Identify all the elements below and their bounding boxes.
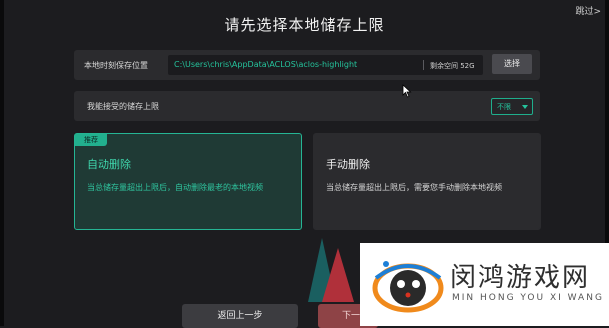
back-button[interactable]: 返回上一步 (182, 304, 298, 328)
storage-limit-value: 不限 (497, 103, 511, 111)
auto-delete-description: 当总储存量超出上限后，自动删除最老的本地视频 (87, 183, 263, 192)
mouse-cursor-icon (402, 84, 412, 98)
auto-delete-option[interactable]: 推荐 自动删除 当总储存量超出上限后，自动删除最老的本地视频 (74, 133, 302, 230)
background-decoration-red (322, 248, 354, 302)
watermark-logo-icon (372, 261, 444, 313)
manual-delete-option[interactable]: 手动删除 当总储存量超出上限后，需要您手动删除本地视频 (313, 133, 541, 230)
storage-path-field[interactable]: C:\Users\chris\AppData\ACLOS\aclos-highl… (168, 55, 483, 75)
watermark-cn-text: 闵鸿游戏网 (450, 263, 591, 293)
storage-path-value: C:\Users\chris\AppData\ACLOS\aclos-highl… (174, 60, 358, 69)
auto-delete-title: 自动删除 (87, 158, 131, 171)
manual-delete-description: 当总储存量超出上限后，需要您手动删除本地视频 (326, 183, 502, 192)
storage-limit-row: 我能接受的储存上限 不限 (74, 91, 540, 121)
free-space-text: 剩余空间 52G (430, 62, 475, 70)
manual-delete-title: 手动删除 (326, 158, 370, 171)
watermark-en-text: MIN HONG YOU XI WANG (452, 293, 604, 303)
recommended-badge: 推荐 (75, 134, 107, 146)
storage-limit-label: 我能接受的储存上限 (87, 102, 159, 111)
choose-folder-button[interactable]: 选择 (492, 54, 532, 74)
page-title: 请先选择本地储存上限 (224, 16, 385, 34)
storage-limit-dropdown[interactable]: 不限 (491, 98, 533, 115)
watermark: 闵鸿游戏网 MIN HONG YOU XI WANG (360, 243, 609, 326)
storage-location-label: 本地时刻保存位置 (84, 61, 148, 70)
window-left-edge (0, 0, 4, 326)
chevron-down-icon (522, 105, 528, 109)
storage-location-row: 本地时刻保存位置 C:\Users\chris\AppData\ACLOS\ac… (74, 50, 540, 80)
path-divider (423, 60, 424, 70)
